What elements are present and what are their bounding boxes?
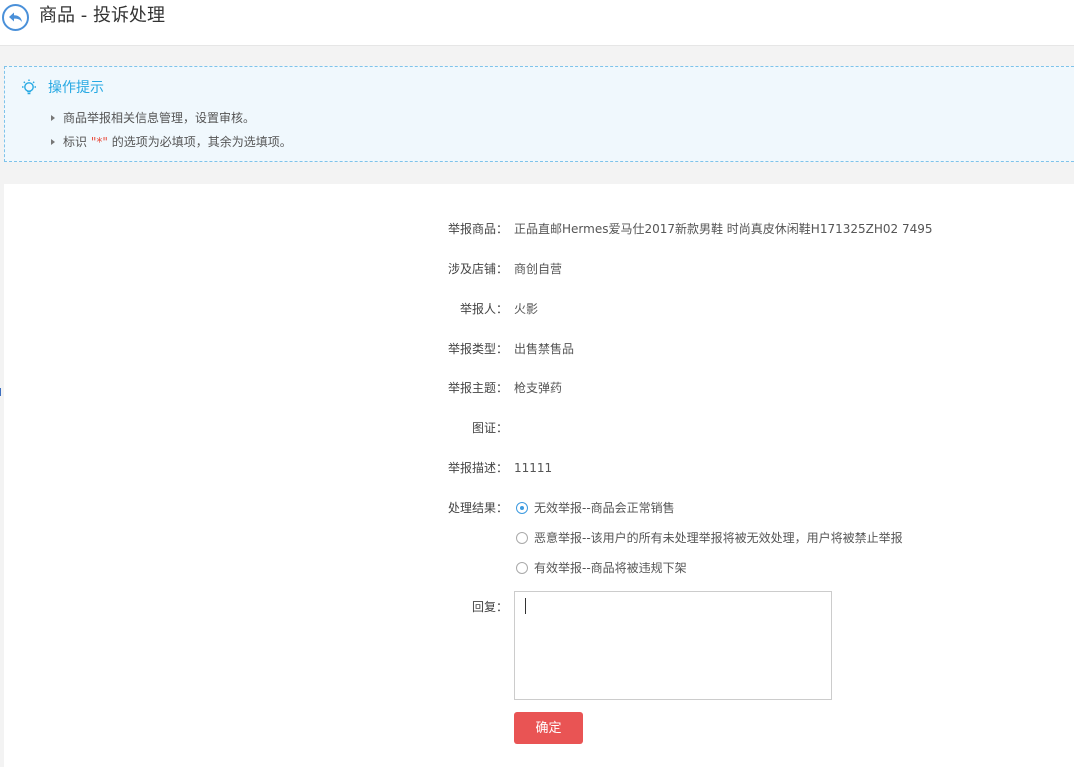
product-value: 正品直邮Hermes爱马仕2017新款男鞋 时尚真皮休闲鞋H171325ZH02… <box>514 222 933 236</box>
operation-tips-panel: 操作提示 商品举报相关信息管理，设置审核。 标识 "*" 的选项为必填项，其余为… <box>4 66 1074 162</box>
page-header: 商品 - 投诉处理 <box>0 0 1074 46</box>
result-label: 处理结果： <box>447 501 508 515</box>
reply-textarea[interactable] <box>514 591 832 700</box>
result-radio-invalid[interactable]: 无效举报--商品会正常销售 <box>516 500 675 516</box>
back-icon[interactable] <box>2 4 29 31</box>
edge-marker <box>0 388 1 396</box>
page-title: 商品 - 投诉处理 <box>39 5 165 26</box>
submit-button[interactable]: 确定 <box>514 712 583 744</box>
lightbulb-icon <box>19 78 39 98</box>
product-label: 举报商品： <box>447 222 508 236</box>
store-value: 商创自营 <box>514 262 563 276</box>
description-value: 11111 <box>514 461 553 475</box>
result-radio-malicious[interactable]: 恶意举报--该用户的所有未处理举报将被无效处理，用户将被禁止举报 <box>516 530 903 546</box>
tips-item: 商品举报相关信息管理，设置审核。 <box>51 110 255 126</box>
subject-label: 举报主题： <box>447 381 508 395</box>
bullet-icon <box>51 139 55 145</box>
radio-unchecked-icon <box>516 532 528 544</box>
text-caret <box>525 598 526 614</box>
tips-item: 标识 "*" 的选项为必填项，其余为选填项。 <box>51 134 292 150</box>
evidence-label: 图证： <box>471 421 508 435</box>
reporter-value: 火影 <box>514 302 539 316</box>
reporter-label: 举报人： <box>459 302 508 316</box>
result-radio-valid[interactable]: 有效举报--商品将被违规下架 <box>516 560 687 576</box>
reply-label: 回复： <box>471 600 508 614</box>
radio-unchecked-icon <box>516 562 528 574</box>
complaint-form: 举报商品： 正品直邮Hermes爱马仕2017新款男鞋 时尚真皮休闲鞋H1713… <box>4 184 1074 767</box>
type-value: 出售禁售品 <box>514 342 575 356</box>
description-label: 举报描述： <box>447 461 508 475</box>
bullet-icon <box>51 115 55 121</box>
subject-value: 枪支弹药 <box>514 381 563 395</box>
type-label: 举报类型： <box>447 342 508 356</box>
radio-checked-icon <box>516 502 528 514</box>
store-label: 涉及店铺： <box>447 262 508 276</box>
tips-title: 操作提示 <box>48 80 104 96</box>
